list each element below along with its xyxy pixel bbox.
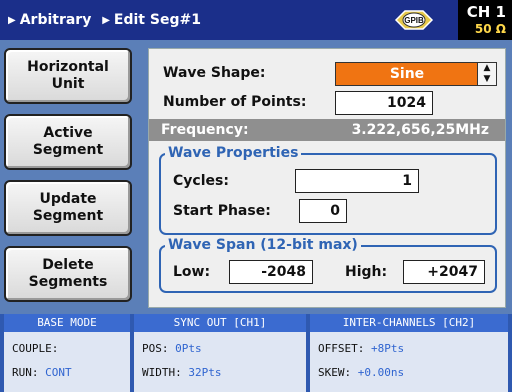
breadcrumb: ▶ Arbitrary ▶ Edit Seg#1 [8,0,201,40]
frequency-label: Frequency: [161,122,249,138]
start-phase-input[interactable]: 0 [299,199,347,223]
play-arrow-icon: ▶ [8,15,16,26]
gpib-icon: GPIB [392,8,436,32]
high-label: High: [345,264,388,280]
sync-out-panel: SYNC OUT [CH1] POS: 0Pts WIDTH: 32Pts [134,314,306,392]
breadcrumb-arbitrary[interactable]: Arbitrary [20,12,92,28]
update-segment-button[interactable]: Update Segment [4,180,132,236]
offset-row: OFFSET: +8Pts [318,342,404,355]
run-row: RUN: CONT [12,366,72,379]
wave-span-title: Wave Span (12-bit max) [165,237,361,253]
delete-segments-button[interactable]: Delete Segments [4,246,132,302]
frequency-bar: Frequency: 3.222,656,25MHz [149,119,505,141]
skew-row: SKEW: +0.00ns [318,366,404,379]
base-mode-title: BASE MODE [4,314,130,332]
inter-channels-panel: INTER-CHANNELS [CH2] OFFSET: +8Pts SKEW:… [310,314,508,392]
wave-shape-dropdown[interactable]: Sine ▲ ▼ [335,62,497,86]
width-row: WIDTH: 32Pts [142,366,222,379]
low-input[interactable]: -2048 [229,260,313,284]
horizontal-unit-button[interactable]: Horizontal Unit [4,48,132,104]
channel-indicator[interactable]: CH 1 50 Ω [458,0,512,40]
sync-out-body: POS: 0Pts WIDTH: 32Pts [134,332,306,392]
channel-label: CH 1 [466,3,506,21]
gpib-text: GPIB [404,16,424,25]
delete-segments-label: Delete Segments [28,257,108,290]
cycles-input[interactable]: 1 [295,169,419,193]
offset-label: OFFSET: [318,342,365,355]
breadcrumb-edit-seg: Edit Seg#1 [113,12,201,28]
wave-shape-label: Wave Shape: [163,65,266,81]
run-value: CONT [45,366,72,379]
width-label: WIDTH: [142,366,182,379]
screen: ▶ Arbitrary ▶ Edit Seg#1 GPIB CH 1 50 Ω Ho… [0,0,512,392]
run-label: RUN: [12,366,39,379]
low-label: Low: [173,264,211,280]
wave-properties-title: Wave Properties [165,145,302,161]
active-segment-label: Active Segment [32,125,104,158]
pos-value: 0Pts [175,342,202,355]
impedance-label: 50 Ω [474,22,506,36]
active-segment-button[interactable]: Active Segment [4,114,132,170]
play-arrow-icon: ▶ [102,15,110,26]
pos-label: POS: [142,342,169,355]
horizontal-unit-label: Horizontal Unit [27,59,109,92]
offset-value: +8Pts [370,342,405,355]
updown-arrow-icon[interactable]: ▲ ▼ [477,63,496,85]
base-mode-body: COUPLE: RUN: CONT [4,332,130,392]
couple-label: COUPLE: [12,342,59,355]
cycles-label: Cycles: [173,173,229,189]
high-input[interactable]: +2047 [403,260,485,284]
skew-label: SKEW: [318,366,352,379]
frequency-value: 3.222,656,25MHz [351,122,489,138]
segment-edit-panel: Wave Shape: Sine ▲ ▼ Number of Points: 10… [148,48,506,308]
couple-row: COUPLE: [12,342,58,355]
number-of-points-input[interactable]: 1024 [335,91,433,115]
base-mode-panel: BASE MODE COUPLE: RUN: CONT [4,314,130,392]
number-of-points-label: Number of Points: [163,94,307,110]
inter-channels-body: OFFSET: +8Pts SKEW: +0.00ns [310,332,508,392]
update-segment-label: Update Segment [32,191,104,224]
wave-shape-value: Sine [389,66,425,82]
status-bar: BASE MODE COUPLE: RUN: CONT SYNC OUT [CH… [0,314,512,392]
start-phase-label: Start Phase: [173,203,271,219]
header-bar: ▶ Arbitrary ▶ Edit Seg#1 GPIB CH 1 50 Ω [0,0,512,40]
pos-row: POS: 0Pts [142,342,202,355]
width-value: 32Pts [188,366,222,379]
sync-out-title: SYNC OUT [CH1] [134,314,306,332]
skew-value: +0.00ns [357,366,405,379]
inter-channels-title: INTER-CHANNELS [CH2] [310,314,508,332]
